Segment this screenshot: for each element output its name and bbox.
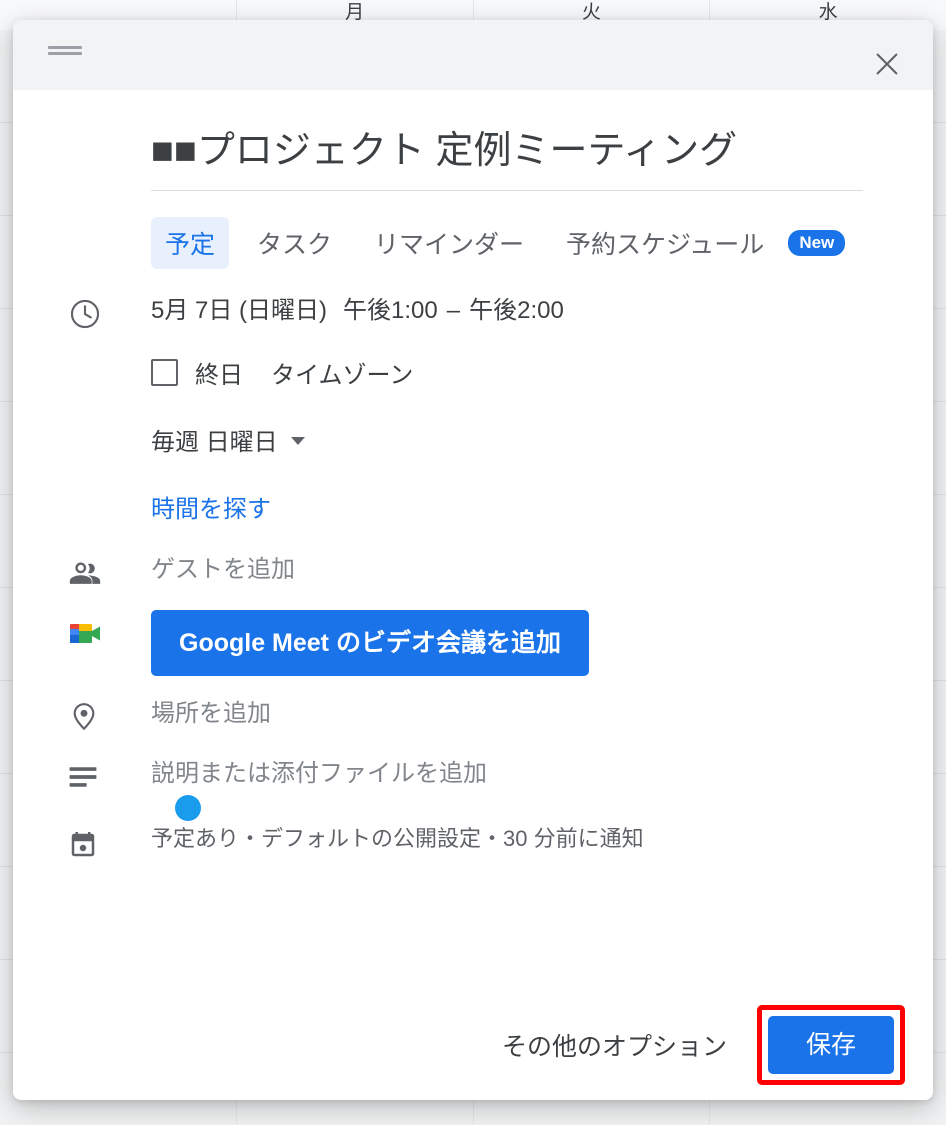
clock-icon xyxy=(68,295,116,331)
recurrence-dropdown[interactable]: 毎週 日曜日 xyxy=(151,422,305,457)
event-date[interactable]: 5月 7日 (日曜日) xyxy=(151,297,327,324)
visibility-summary[interactable]: 予定あり・デフォルトの公開設定・30 分前に通知 xyxy=(151,824,909,854)
event-title-input[interactable]: ■■プロジェクト 定例ミーティング xyxy=(151,126,863,176)
guests-row: ゲストを追加 xyxy=(68,554,909,590)
new-badge: New xyxy=(788,230,846,256)
recurrence-value: 毎週 日曜日 xyxy=(151,429,278,456)
tab-task[interactable]: タスク xyxy=(243,217,346,269)
calendar-color-dot[interactable] xyxy=(175,795,201,821)
event-start-time[interactable]: 午後1:00 xyxy=(343,297,438,324)
visibility-row: 予定あり・デフォルトの公開設定・30 分前に通知 xyxy=(68,795,909,860)
save-button-wrapper: 保存 xyxy=(756,1005,905,1085)
chevron-down-icon xyxy=(290,437,305,445)
timezone-button[interactable]: タイムゾーン xyxy=(271,355,413,390)
meet-row: Google Meet のビデオ会議を追加 xyxy=(68,610,909,676)
find-a-time-link[interactable]: 時間を探す xyxy=(151,489,271,524)
add-google-meet-button[interactable]: Google Meet のビデオ会議を追加 xyxy=(151,610,589,676)
add-description-input[interactable]: 説明または添付ファイルを追加 xyxy=(151,758,909,790)
visibility-content: 予定あり・デフォルトの公開設定・30 分前に通知 xyxy=(116,795,909,854)
guests-content: ゲストを追加 xyxy=(116,554,909,586)
all-day-checkbox[interactable] xyxy=(151,359,178,386)
meet-content: Google Meet のビデオ会議を追加 xyxy=(116,610,909,676)
description-content: 説明または添付ファイルを追加 xyxy=(116,758,909,790)
calendar-icon xyxy=(68,824,116,860)
event-end-time[interactable]: 午後2:00 xyxy=(469,297,564,324)
location-row: 場所を追加 xyxy=(68,698,909,732)
datetime-content: 5月 7日 (日曜日) 午後1:00– 午後2:00 終日 タイムゾーン 毎週 日曜… xyxy=(116,295,909,524)
datetime-row: 5月 7日 (日曜日) 午後1:00– 午後2:00 終日 タイムゾーン 毎週 日曜… xyxy=(68,295,909,524)
location-content: 場所を追加 xyxy=(116,698,909,730)
more-options-button[interactable]: その他のオプション xyxy=(490,1017,739,1073)
description-icon xyxy=(68,758,116,788)
add-location-input[interactable]: 場所を追加 xyxy=(151,698,909,730)
all-day-line: 終日 タイムゾーン xyxy=(151,355,909,390)
title-field-wrapper: ■■プロジェクト 定例ミーティング xyxy=(151,126,863,191)
drag-handle-icon[interactable] xyxy=(48,46,82,58)
all-day-label[interactable]: 終日 xyxy=(195,355,243,390)
dialog-header xyxy=(13,20,933,90)
close-icon[interactable] xyxy=(871,48,903,80)
dialog-body: ■■プロジェクト 定例ミーティング 予定 タスク リマインダー 予約スケジュール… xyxy=(13,90,933,990)
event-type-tabs: 予定 タスク リマインダー 予約スケジュール New xyxy=(151,217,909,269)
tab-event[interactable]: 予定 xyxy=(151,217,230,269)
event-creation-dialog: ■■プロジェクト 定例ミーティング 予定 タスク リマインダー 予約スケジュール… xyxy=(13,20,933,1100)
google-meet-icon xyxy=(68,610,116,651)
tab-appointment-schedule[interactable]: 予約スケジュール xyxy=(552,217,778,269)
dialog-footer: その他のオプション 保存 xyxy=(13,990,933,1100)
tab-reminder[interactable]: リマインダー xyxy=(360,217,538,269)
time-separator: – xyxy=(446,297,461,324)
add-guests-input[interactable]: ゲストを追加 xyxy=(151,554,909,586)
datetime-line[interactable]: 5月 7日 (日曜日) 午後1:00– 午後2:00 xyxy=(151,295,909,327)
save-button[interactable]: 保存 xyxy=(767,1016,894,1074)
location-pin-icon xyxy=(68,698,116,732)
people-icon xyxy=(68,554,116,590)
description-row: 説明または添付ファイルを追加 xyxy=(68,758,909,790)
